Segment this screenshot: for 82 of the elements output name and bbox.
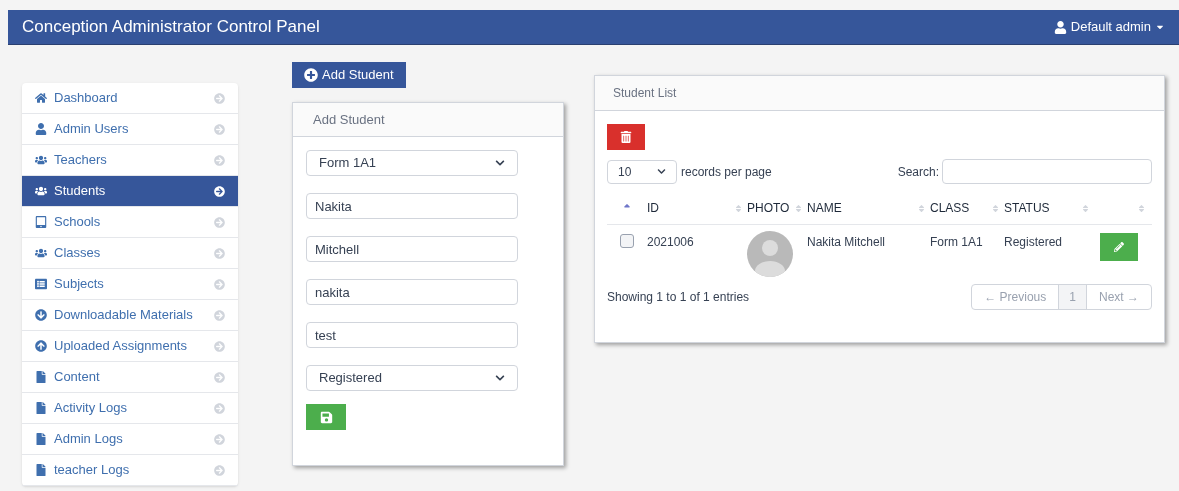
sidebar-item[interactable]: Schools <box>22 207 238 238</box>
sidebar-item[interactable]: Activity Logs <box>22 393 238 424</box>
sidebar-item[interactable]: Students <box>22 176 238 207</box>
add-student-button[interactable]: Add Student <box>292 62 406 88</box>
sort-icon <box>734 203 743 213</box>
arrow-icon <box>214 123 225 135</box>
input-field[interactable]: test <box>306 322 518 348</box>
app-title: Conception Administrator Control Panel <box>22 16 320 39</box>
arrow-icon <box>214 278 225 290</box>
sort-icon <box>991 203 1000 213</box>
row-checkbox[interactable] <box>620 234 634 248</box>
chevron-icon <box>495 373 505 383</box>
avatar-icon <box>747 231 793 277</box>
arrow-icon <box>214 433 225 445</box>
save-icon <box>319 410 333 424</box>
user-menu[interactable]: Default admin <box>1053 17 1165 37</box>
table-cell-text: Registered <box>1004 234 1064 251</box>
arrow-icon <box>214 154 225 166</box>
table-cell-text: Form 1A1 <box>930 234 984 251</box>
column-header[interactable]: STATUS <box>1004 199 1050 217</box>
file-icon <box>35 464 47 476</box>
tablet-icon <box>35 216 47 228</box>
column-header[interactable]: NAME <box>807 199 842 217</box>
chevron-icon <box>495 158 505 168</box>
users-icon <box>35 154 47 166</box>
column-header[interactable]: CLASS <box>930 199 970 217</box>
file-icon <box>35 433 47 445</box>
sidebar-item[interactable]: Dashboard <box>22 83 238 114</box>
users-icon <box>35 247 47 259</box>
delete-button[interactable] <box>607 124 645 150</box>
arrow-icon <box>214 92 225 104</box>
home-icon <box>35 92 47 104</box>
panel-title: Student List <box>613 85 677 102</box>
sidebar-item[interactable]: teacher Logs <box>22 455 238 486</box>
save-button[interactable] <box>306 404 346 430</box>
page-size-select[interactable]: 10 <box>607 159 677 184</box>
select-field[interactable]: Registered <box>306 365 518 391</box>
search-field[interactable] <box>942 159 1152 184</box>
sort-icon <box>1137 203 1146 213</box>
select-field[interactable]: Form 1A1 <box>306 150 518 176</box>
panel-title: Add Student <box>313 110 385 129</box>
user-icon <box>1053 20 1067 34</box>
page-size-label: records per page <box>681 163 772 181</box>
trash-icon <box>620 131 632 143</box>
plus-icon <box>304 68 318 82</box>
column-header[interactable]: ID <box>647 199 659 217</box>
sidebar-item[interactable]: Subjects <box>22 269 238 300</box>
arrow-icon <box>214 216 225 228</box>
pencil-icon <box>1114 242 1124 252</box>
arrow-icon <box>214 464 225 476</box>
sidebar-item[interactable]: Classes <box>22 238 238 269</box>
file-icon <box>35 402 47 414</box>
sidebar-item[interactable]: Admin Users <box>22 114 238 145</box>
column-header[interactable]: PHOTO <box>747 199 790 217</box>
arrow-icon <box>214 402 225 414</box>
download-icon <box>35 309 47 321</box>
sort-icon <box>794 203 803 213</box>
arrow-icon <box>214 185 225 197</box>
input-field[interactable]: Mitchell <box>306 236 518 262</box>
file-icon <box>35 371 47 383</box>
list-icon <box>35 278 47 290</box>
upload-icon <box>35 340 47 352</box>
arrow-icon <box>214 340 225 352</box>
search-label: Search: <box>897 163 939 181</box>
input-field[interactable]: nakita <box>306 279 518 305</box>
entries-info: Showing 1 to 1 of 1 entries <box>607 289 750 306</box>
sidebar-item[interactable]: Downloadable Materials <box>22 300 238 331</box>
sort-icon <box>917 203 926 213</box>
sidebar-item[interactable]: Content <box>22 362 238 393</box>
arrow-icon <box>214 371 225 383</box>
users-icon <box>35 185 47 197</box>
arrow-icon <box>214 309 225 321</box>
sort-icon <box>1081 203 1090 213</box>
table-cell-text: Nakita Mitchell <box>807 234 887 251</box>
sidebar-item[interactable]: Uploaded Assignments <box>22 331 238 362</box>
input-field[interactable]: Nakita <box>306 193 518 219</box>
arrow-icon <box>214 247 225 259</box>
user-icon <box>35 123 47 135</box>
edit-button[interactable] <box>1100 233 1138 261</box>
table-cell-text: 2021006 <box>647 234 695 251</box>
chevron-icon <box>657 167 666 176</box>
sidebar-item[interactable]: Admin Logs <box>22 424 238 455</box>
